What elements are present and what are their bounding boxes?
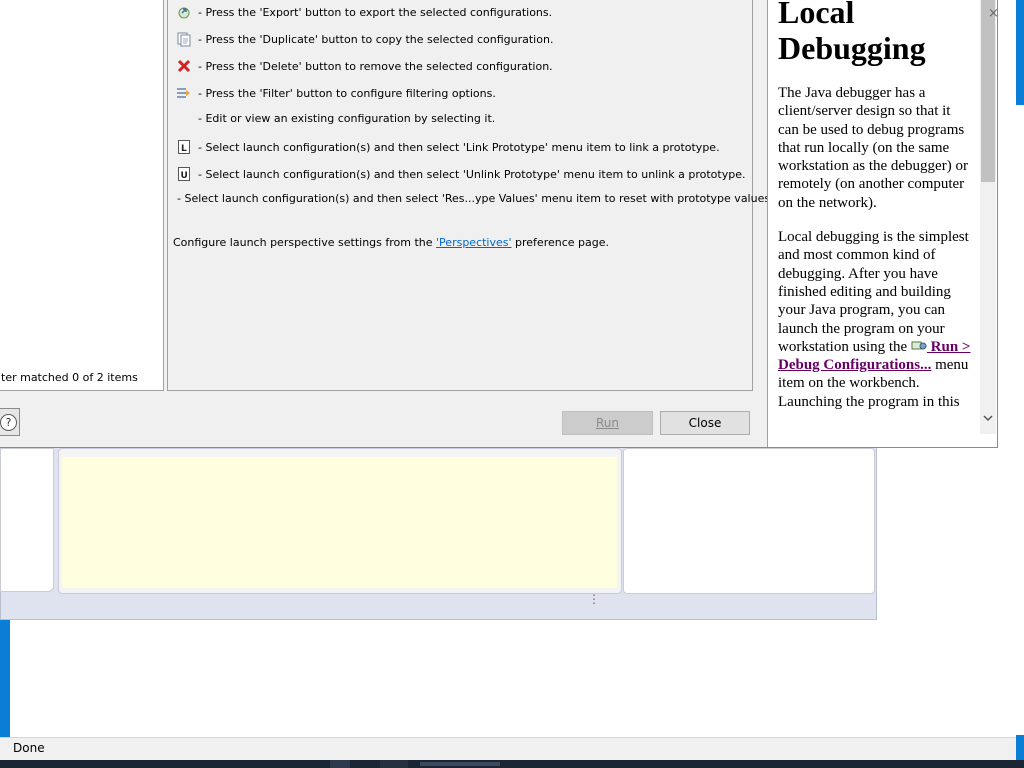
workbench-editor-content[interactable] — [62, 457, 617, 588]
close-icon[interactable]: × — [988, 6, 999, 21]
perspectives-row: Configure launch perspective settings fr… — [173, 236, 609, 249]
instruction-text: - Press the 'Delete' button to remove th… — [198, 59, 553, 73]
instruction-row: - Press the 'Duplicate' button to copy t… — [176, 31, 553, 47]
perspectives-suffix: preference page. — [511, 236, 610, 249]
help-scrollbar-thumb[interactable] — [981, 0, 995, 182]
instruction-row: L - Select launch configuration(s) and t… — [176, 139, 720, 155]
help-icon: ? — [0, 414, 17, 431]
instruction-row: U - Select launch configuration(s) and t… — [176, 166, 745, 182]
configuration-instructions-panel: - Press the 'Export' button to export th… — [167, 0, 774, 391]
help-content: Local Debugging The Java debugger has a … — [778, 0, 974, 427]
instruction-text: - Edit or view an existing configuration… — [198, 112, 496, 125]
instruction-text: - Select launch configuration(s) and the… — [198, 140, 720, 154]
unlink-prototype-icon: U — [176, 166, 192, 182]
instruction-row: - Press the 'Filter' button to configure… — [176, 85, 496, 101]
help-button[interactable]: ? — [0, 408, 20, 436]
instruction-row: - Edit or view an existing configuration… — [176, 112, 495, 125]
debug-configurations-icon — [911, 341, 927, 350]
sash-grip-icon[interactable]: ⋮ — [588, 593, 600, 614]
help-paragraph: The Java debugger has a client/server de… — [778, 85, 968, 211]
instruction-text: - Press the 'Duplicate' button to copy t… — [198, 32, 554, 46]
configuration-tree[interactable]: ter matched 0 of 2 items — [0, 0, 164, 391]
instruction-text: - Press the 'Filter' button to configure… — [198, 86, 496, 100]
workbench-right-view — [623, 448, 875, 594]
filter-status-text: ter matched 0 of 2 items — [1, 371, 138, 384]
svg-text:U: U — [181, 171, 188, 181]
instruction-row: - Select launch configuration(s) and the… — [177, 192, 774, 205]
instruction-text: - Select launch configuration(s) and the… — [177, 192, 774, 205]
background-window-edge — [1016, 0, 1024, 760]
delete-icon — [176, 58, 192, 74]
help-paragraph-text: Local debugging is the simplest and most… — [778, 229, 969, 355]
status-bar: Done — [0, 737, 1016, 761]
scroll-down-icon[interactable] — [980, 412, 996, 428]
help-title: Local Debugging — [778, 0, 926, 66]
instruction-row: - Press the 'Delete' button to remove th… — [176, 58, 553, 74]
launch-configurations-dialog: ter matched 0 of 2 items - Press the 'Ex… — [0, 0, 999, 448]
filter-icon — [176, 85, 192, 101]
help-paragraph: Local debugging is the simplest and most… — [778, 228, 974, 393]
help-paragraph: Launching the program in this — [778, 393, 960, 410]
instruction-row: - Press the 'Export' button to export th… — [176, 4, 552, 20]
workbench-left-view — [0, 448, 54, 592]
perspectives-link[interactable]: 'Perspectives' — [436, 236, 512, 249]
status-text: Done — [13, 741, 45, 755]
duplicate-icon — [176, 31, 192, 47]
perspectives-prefix: Configure launch perspective settings fr… — [173, 236, 437, 249]
instruction-text: - Press the 'Export' button to export th… — [198, 5, 553, 19]
taskbar — [0, 760, 1024, 768]
close-button[interactable]: Close — [660, 411, 750, 435]
instruction-text: - Select launch configuration(s) and the… — [198, 167, 746, 181]
export-icon — [176, 4, 192, 20]
link-prototype-icon: L — [176, 139, 192, 155]
svg-text:L: L — [181, 144, 187, 154]
run-button[interactable]: Run — [562, 411, 653, 435]
help-pane: Local Debugging The Java debugger has a … — [767, 0, 997, 447]
